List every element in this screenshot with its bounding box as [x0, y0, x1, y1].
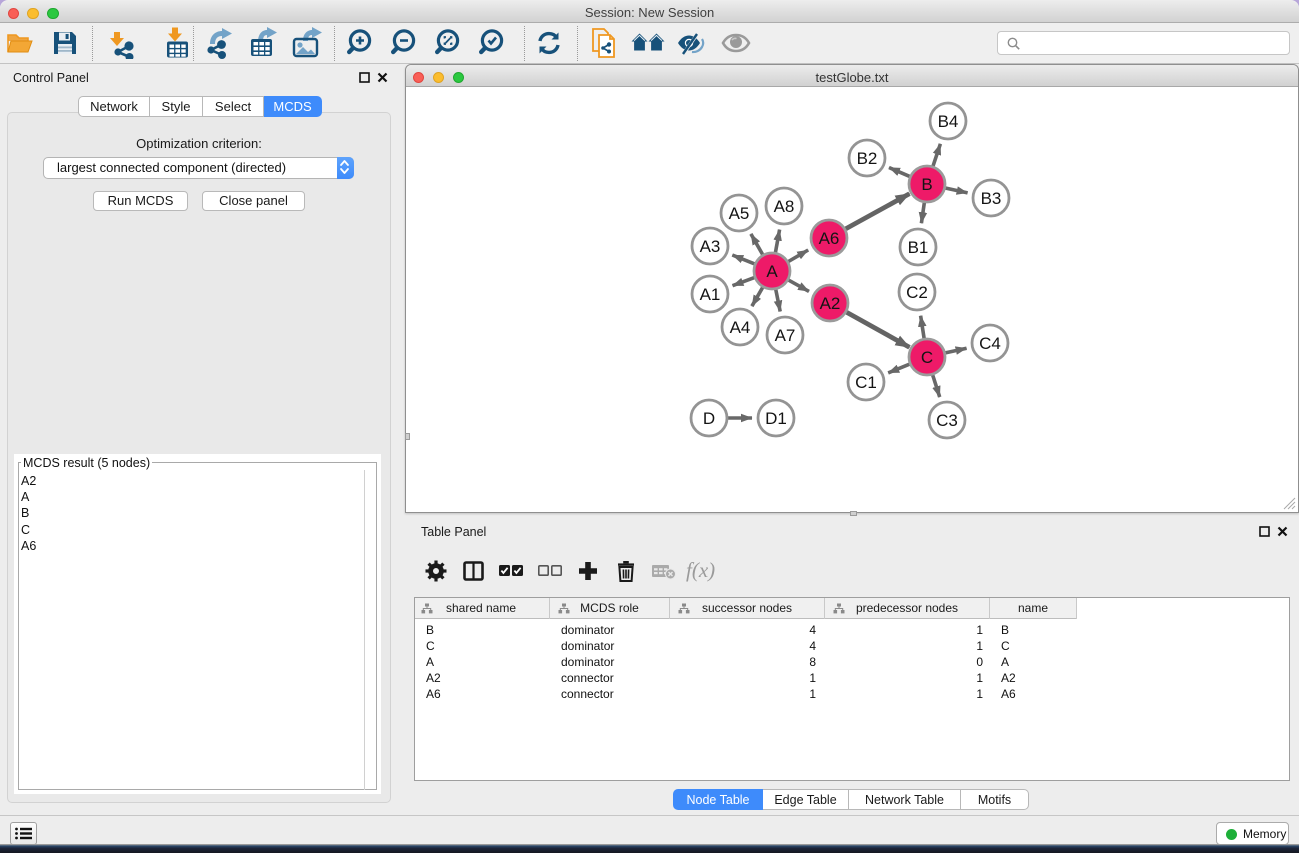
svg-text:A: A	[766, 262, 778, 281]
svg-text:A4: A4	[730, 318, 751, 337]
svg-text:C3: C3	[936, 411, 958, 430]
svg-text:C1: C1	[855, 373, 877, 392]
svg-text:A8: A8	[774, 197, 795, 216]
svg-text:B3: B3	[981, 189, 1002, 208]
svg-text:A1: A1	[700, 285, 721, 304]
svg-text:C: C	[921, 348, 933, 367]
svg-text:B: B	[921, 175, 932, 194]
svg-text:C2: C2	[906, 283, 928, 302]
svg-text:A7: A7	[775, 326, 796, 345]
svg-text:B4: B4	[938, 112, 959, 131]
svg-text:B1: B1	[908, 238, 929, 257]
svg-text:A2: A2	[820, 294, 841, 313]
svg-text:A3: A3	[700, 237, 721, 256]
svg-text:B2: B2	[857, 149, 878, 168]
svg-text:A5: A5	[729, 204, 750, 223]
svg-text:C4: C4	[979, 334, 1001, 353]
svg-text:D1: D1	[765, 409, 787, 428]
svg-text:D: D	[703, 409, 715, 428]
svg-text:A6: A6	[819, 229, 840, 248]
